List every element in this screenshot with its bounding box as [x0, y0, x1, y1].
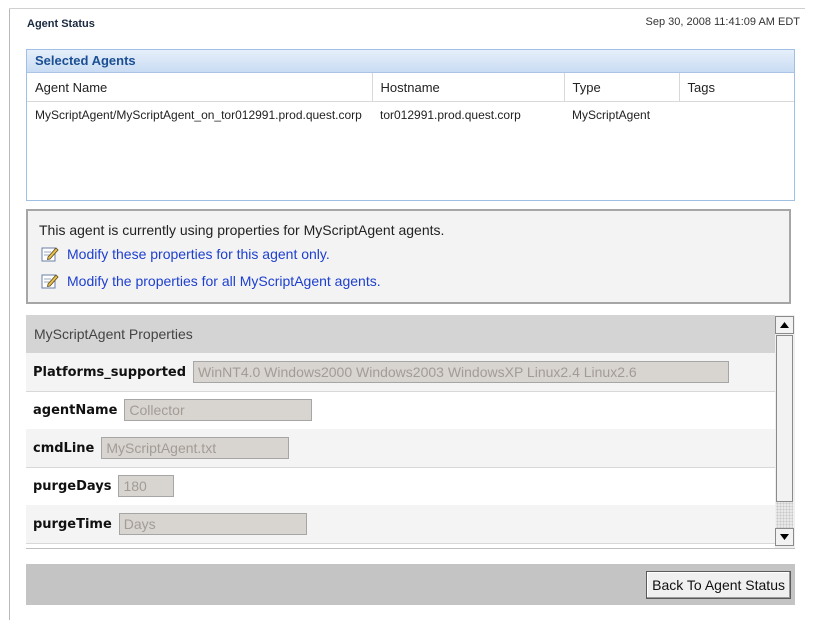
column-header-type[interactable]: Type — [564, 73, 680, 102]
property-label: purgeDays — [33, 478, 112, 494]
timestamp: Sep 30, 2008 11:41:09 AM EDT — [645, 16, 800, 28]
back-to-agent-status-button[interactable]: Back To Agent Status — [646, 571, 791, 599]
cell-hostname: tor012991.prod.quest.corp — [380, 108, 521, 122]
window-frame-top — [9, 8, 805, 9]
selected-agents-header: Selected Agents — [27, 50, 794, 73]
page-title: Agent Status — [27, 18, 95, 30]
purge-time-field[interactable] — [118, 513, 307, 535]
agent-name-field[interactable] — [124, 399, 313, 421]
agents-table-header-row: Agent Name Hostname Type Tags — [27, 73, 794, 102]
properties-header: MyScriptAgent Properties — [26, 315, 795, 353]
property-row-agent-name: agentName — [26, 391, 775, 430]
column-header-tags[interactable]: Tags — [679, 73, 794, 102]
info-message: This agent is currently using properties… — [39, 222, 445, 238]
property-label: cmdLine — [33, 440, 95, 456]
selected-agents-panel: Selected Agents Agent Name Hostname Type… — [26, 49, 795, 201]
properties-list: Platforms_supported agentName cmdLine pu… — [26, 353, 775, 548]
property-label: agentName — [33, 402, 118, 418]
column-header-hostname[interactable]: Hostname — [372, 73, 565, 102]
modify-this-agent-link-label[interactable]: Modify these properties for this agent o… — [67, 244, 330, 264]
property-row-cmd-line: cmdLine — [26, 429, 775, 468]
footer-bar: Back To Agent Status — [26, 564, 795, 605]
pencil-edit-icon — [41, 245, 59, 263]
agents-table: Agent Name Hostname Type Tags MyScriptAg… — [27, 73, 794, 128]
property-row-platforms-supported: Platforms_supported — [26, 353, 775, 392]
platforms-supported-field[interactable] — [193, 361, 730, 383]
purge-days-field[interactable] — [118, 475, 175, 497]
cell-agent-name: MyScriptAgent/MyScriptAgent_on_tor012991… — [35, 108, 362, 122]
pencil-edit-icon — [41, 272, 59, 290]
property-row-purge-days: purgeDays — [26, 467, 775, 506]
property-label: purgeTime — [33, 516, 112, 532]
properties-info-box: This agent is currently using properties… — [26, 209, 791, 304]
scroll-up-arrow-icon[interactable] — [775, 316, 794, 334]
properties-scrollbar[interactable] — [775, 315, 795, 548]
modify-all-agents-link[interactable]: Modify the properties for all MyScriptAg… — [41, 271, 381, 291]
scroll-down-arrow-icon[interactable] — [775, 528, 794, 546]
modify-all-agents-link-label[interactable]: Modify the properties for all MyScriptAg… — [67, 271, 381, 291]
column-header-agent-name[interactable]: Agent Name — [27, 73, 373, 102]
properties-panel: MyScriptAgent Properties Platforms_suppo… — [26, 315, 795, 549]
property-row-purge-time: purgeTime — [26, 505, 775, 544]
table-row[interactable]: MyScriptAgent/MyScriptAgent_on_tor012991… — [27, 102, 794, 129]
window-frame-left — [9, 8, 10, 620]
scroll-thumb[interactable] — [776, 335, 793, 502]
cell-type: MyScriptAgent — [572, 108, 651, 122]
cmd-line-field[interactable] — [101, 437, 290, 459]
cell-tags — [679, 102, 794, 129]
modify-this-agent-link[interactable]: Modify these properties for this agent o… — [41, 244, 330, 264]
property-label: Platforms_supported — [33, 364, 187, 380]
scroll-track[interactable] — [776, 502, 793, 528]
